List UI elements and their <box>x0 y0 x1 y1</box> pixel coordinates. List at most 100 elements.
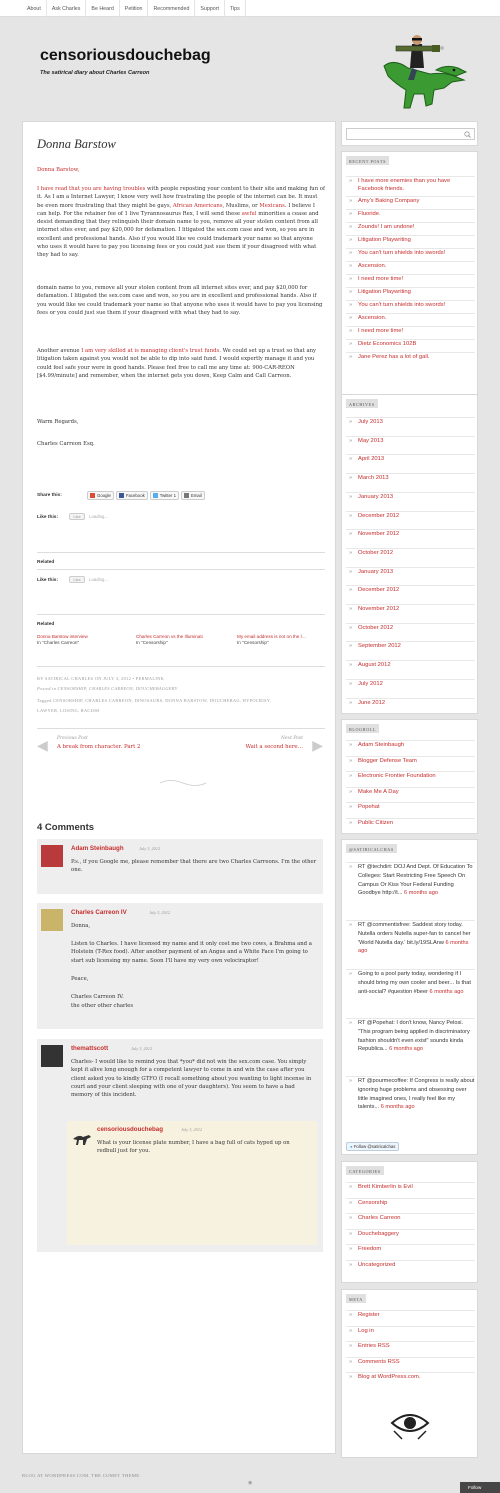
post-title[interactable]: Donna Barstow <box>37 137 116 152</box>
recent-post-link[interactable]: Ascension. <box>346 261 475 270</box>
related-item[interactable]: Charles Carreon vs the Illuminati In "Cen… <box>136 634 203 646</box>
post-salutation[interactable]: Donna Barstow, <box>37 166 325 174</box>
comment-date[interactable]: July 3, 2012 <box>149 910 170 915</box>
archive-link[interactable]: July 2013 <box>346 417 475 426</box>
follow-button[interactable]: Follow <box>460 1482 500 1493</box>
wordpress-icon[interactable]: ◉ <box>248 1480 252 1486</box>
twitter-widget: @SATIRICALCHAS RT @techdirt: DOJ And Dep… <box>341 839 478 1155</box>
blogroll-link[interactable]: Make Me A Day <box>346 786 475 796</box>
tweet: RT @pourmecoffee: If Congress is really … <box>346 1076 475 1112</box>
meta-link[interactable]: Log in <box>346 1325 475 1335</box>
tweet-time[interactable]: 6 months ago <box>404 890 438 896</box>
archive-link[interactable]: March 2013 <box>346 473 475 482</box>
recent-post-link[interactable]: Dietz Economics 102B <box>346 339 475 348</box>
archive-link[interactable]: August 2012 <box>346 660 475 669</box>
blogroll-link[interactable]: Adam Steinbaugh <box>346 740 475 749</box>
recent-post-link[interactable]: I need more time! <box>346 274 475 283</box>
tweet: Going to a pool party today, wondering i… <box>346 969 475 996</box>
troubles-link[interactable]: I have read that you are having troubles <box>37 186 145 192</box>
search-icon[interactable] <box>464 131 471 138</box>
next-post-title[interactable]: Wait a second here… <box>246 744 304 750</box>
archive-link[interactable]: June 2012 <box>346 697 475 707</box>
recent-post-link[interactable]: I need more time! <box>346 326 475 335</box>
like-button-2[interactable]: Like <box>69 576 85 583</box>
archive-link[interactable]: November 2012 <box>346 604 475 613</box>
tweet-time[interactable]: 6 months ago <box>430 989 464 995</box>
previous-post-title[interactable]: A break from character. Part 2 <box>57 744 140 750</box>
recent-post-link[interactable]: Litigation Playwriting <box>346 235 475 244</box>
recent-post-link[interactable]: You can't turn shields into swords! <box>346 300 475 309</box>
awful-link[interactable]: awful <box>242 211 257 217</box>
comment-author[interactable]: Charles Carreon IV <box>71 909 127 916</box>
nav-support[interactable]: Support <box>195 0 225 17</box>
category-link[interactable]: Censorship <box>346 1197 475 1207</box>
archive-link[interactable]: May 2013 <box>346 435 475 445</box>
share-facebook-button[interactable]: Facebook <box>115 491 148 500</box>
share-email-button[interactable]: Email <box>180 491 205 500</box>
tweet-time[interactable]: 6 months ago <box>381 1104 415 1110</box>
footer-credit[interactable]: BLOG AT WORDPRESS.COM. THE COMET THEME. <box>22 1473 141 1478</box>
nav-recommended[interactable]: Recommended <box>148 0 196 17</box>
related-item[interactable]: My email address is not on the l… In "Cen… <box>237 634 306 646</box>
comment-author[interactable]: themattscott <box>71 1045 108 1052</box>
blogroll-link[interactable]: Public Citizen <box>346 817 475 827</box>
comment-date[interactable]: July 3, 2012 <box>131 1046 152 1051</box>
related-item[interactable]: Donna Barstow interview In "Charles Carre… <box>37 634 88 646</box>
category-link[interactable]: Charles Carreon <box>346 1213 475 1222</box>
archive-link[interactable]: July 2012 <box>346 678 475 688</box>
meta-link[interactable]: Entries RSS <box>346 1341 475 1350</box>
archive-link[interactable]: April 2013 <box>346 454 475 463</box>
archive-link[interactable]: December 2012 <box>346 585 475 594</box>
blogroll-link[interactable]: Popehat <box>346 802 475 811</box>
african-americans-link[interactable]: African Americans <box>173 203 223 209</box>
archive-link[interactable]: November 2012 <box>346 529 475 538</box>
meta-link[interactable]: Comments RSS <box>346 1356 475 1366</box>
follow-twitter-button[interactable]: ● Follow @satiricalchas <box>346 1142 400 1151</box>
mexicans-link[interactable]: Mexicans <box>259 203 285 209</box>
like-button[interactable]: Like <box>69 513 85 520</box>
tweet-time[interactable]: 6 months ago <box>389 1046 423 1052</box>
archive-link[interactable]: January 2013 <box>346 566 475 576</box>
trust-funds-link[interactable]: I am very skilled at is managing client'… <box>81 348 219 354</box>
blogroll-link[interactable]: Blogger Defense Team <box>346 755 475 765</box>
meta-link[interactable]: Blog at WordPress.com. <box>346 1372 475 1381</box>
comment-author[interactable]: Adam Steinbaugh <box>71 845 124 852</box>
archive-link[interactable]: January 2013 <box>346 491 475 501</box>
nav-be-heard[interactable]: Be Heard <box>86 0 120 17</box>
share-google-button[interactable]: Google <box>87 491 114 500</box>
recent-post-link[interactable]: Zounds! I am undone! <box>346 222 475 231</box>
twitter-widget-title[interactable]: @SATIRICALCHAS <box>346 844 397 853</box>
nav-about[interactable]: About <box>22 0 47 17</box>
site-title[interactable]: censoriousdouchebag <box>40 47 211 65</box>
share-twitter-button[interactable]: Twitter 1 <box>149 491 179 500</box>
archive-link[interactable]: December 2012 <box>346 510 475 520</box>
comment-date[interactable]: July 3, 2012 <box>181 1127 202 1132</box>
recent-post-link[interactable]: Ascension. <box>346 313 475 322</box>
meta-link[interactable]: Register <box>346 1310 475 1319</box>
category-link[interactable]: Brett Kimberlin is Evil <box>346 1182 475 1191</box>
recent-post-link[interactable]: Amy's Baking Company <box>346 196 475 205</box>
nav-ask-charles[interactable]: Ask Charles <box>47 0 87 17</box>
recent-post-link[interactable]: Jane Perez has a lot of gall. <box>346 352 475 361</box>
recent-post-link[interactable]: Fluoride. <box>346 209 475 218</box>
recent-post-link[interactable]: You can't turn shields into swords! <box>346 248 475 257</box>
archive-link[interactable]: September 2012 <box>346 641 475 650</box>
recent-post-link[interactable]: I have more enemies than you have Facebo… <box>346 176 475 193</box>
archive-link[interactable]: October 2012 <box>346 622 475 632</box>
nav-petition[interactable]: Petition <box>120 0 149 17</box>
blogroll-link[interactable]: Electronic Frontier Foundation <box>346 771 475 780</box>
category-link[interactable]: Uncategorized <box>346 1259 475 1269</box>
archive-link[interactable]: October 2012 <box>346 547 475 557</box>
comment-date[interactable]: July 3, 2012 <box>139 846 160 851</box>
comment-author[interactable]: censoriousdouchebag <box>97 1126 163 1133</box>
nav-tips[interactable]: Tips <box>225 0 246 17</box>
meta-title: META <box>346 1294 366 1303</box>
divider <box>37 569 325 570</box>
comments-title: 4 Comments <box>37 822 95 833</box>
recent-post-link[interactable]: Litigation Playwriting <box>346 287 475 296</box>
search-input[interactable] <box>346 128 475 140</box>
arrow-right-icon: ▶ <box>312 738 323 754</box>
tweet: RT @techdirt: DOJ And Dept. Of Education… <box>346 862 475 898</box>
category-link[interactable]: Douchebaggery <box>346 1228 475 1238</box>
category-link[interactable]: Freedom <box>346 1244 475 1253</box>
